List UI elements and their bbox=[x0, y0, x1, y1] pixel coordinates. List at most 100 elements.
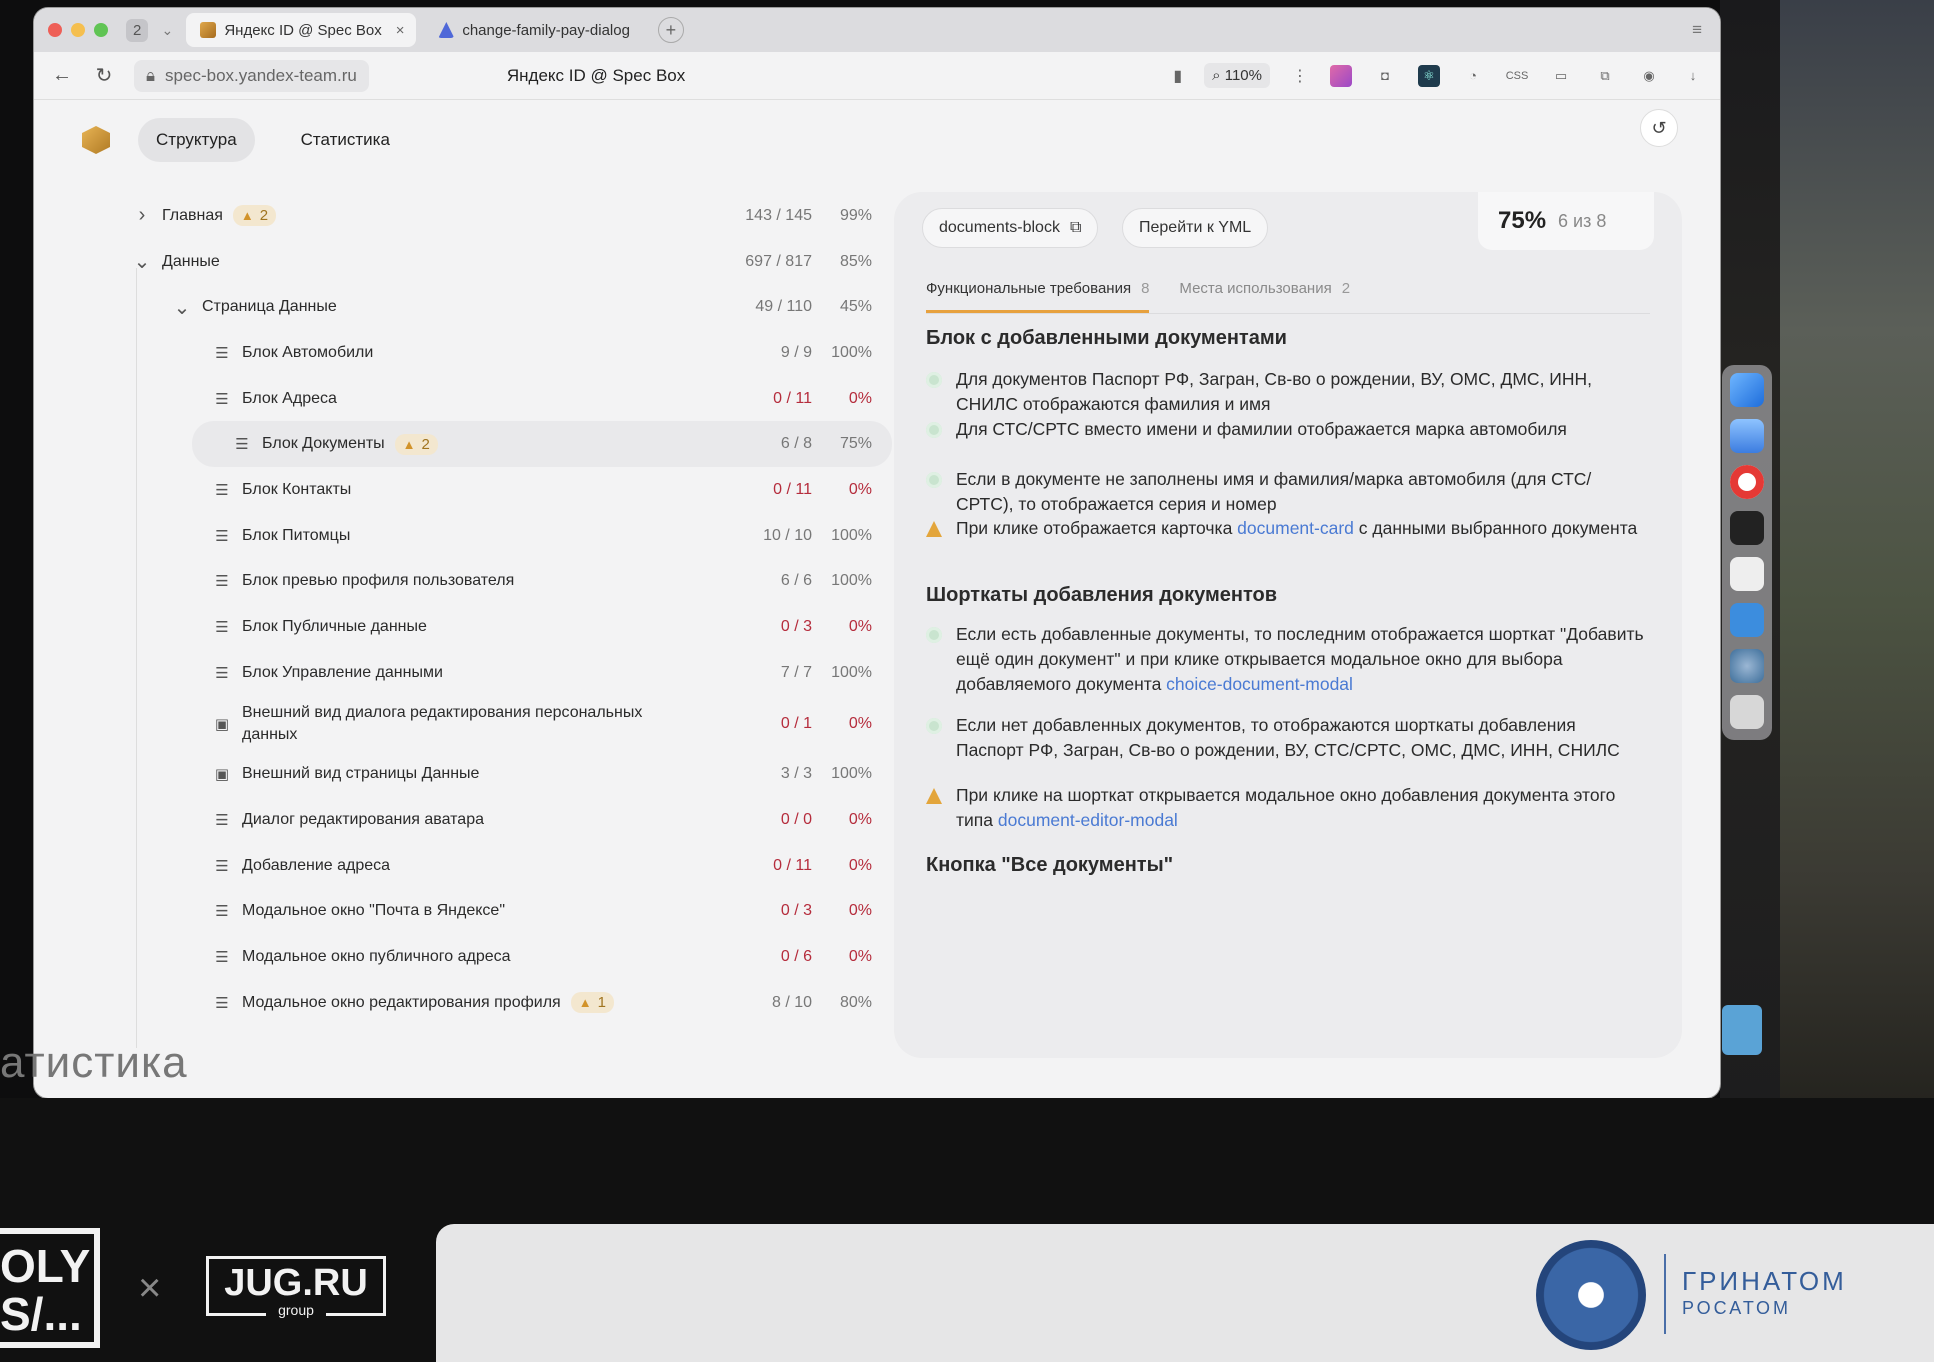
tree-row[interactable]: ☰ Блок превью профиля пользователя 6 / 6 10… bbox=[92, 559, 892, 605]
download-icon[interactable]: ↓ bbox=[1682, 65, 1704, 87]
url-field[interactable]: 🔒︎ spec-box.yandex-team.ru bbox=[134, 59, 369, 92]
block-id-chip[interactable]: documents-block ⧉ bbox=[922, 208, 1099, 248]
requirement-text: Для документов Паспорт РФ, Загран, Св-во… bbox=[956, 367, 1646, 417]
browser-tab[interactable]: change-family-pay-dialog bbox=[424, 13, 644, 47]
tree-row-percent: 0% bbox=[848, 389, 872, 407]
tree-row-label: Модальное окно "Почта в Яндексе" bbox=[242, 902, 505, 920]
tree-row-percent: 85% bbox=[839, 252, 872, 270]
minimize-window-button[interactable] bbox=[71, 23, 85, 37]
requirement-link[interactable]: document-editor-modal bbox=[998, 810, 1178, 830]
block-id: documents-block bbox=[939, 219, 1060, 236]
color-picker-extension-icon[interactable] bbox=[1330, 64, 1352, 87]
list-icon: ☰ bbox=[215, 812, 229, 830]
warning-count: 1 bbox=[597, 994, 606, 1012]
video-caption-overlay: атистика bbox=[0, 1038, 188, 1087]
requirement-text: Если есть добавленные документы, то посл… bbox=[956, 622, 1646, 697]
tab-count-badge[interactable]: 2 bbox=[126, 18, 149, 42]
tree-row[interactable]: ☰ Блок Публичные данные 0 / 3 0% bbox=[92, 604, 892, 650]
zoom-indicator[interactable]: ⌕ 110% bbox=[1204, 63, 1270, 88]
requirement-text-part: Если нет добавленных документов, то отоб… bbox=[956, 715, 1620, 760]
nav-structure[interactable]: Структура bbox=[138, 118, 255, 162]
tree-row[interactable]: ⌄ Данные 697 / 817 85% bbox=[92, 239, 892, 285]
finder-icon[interactable] bbox=[1730, 373, 1764, 407]
tree-row-count: 49 / 110 bbox=[755, 298, 812, 316]
tree-row-count: 6 / 6 bbox=[780, 572, 812, 590]
requirement-item: При клике на шорткат открывается модальн… bbox=[926, 783, 1646, 833]
requirement-link[interactable]: choice-document-modal bbox=[1166, 674, 1353, 694]
tree-row[interactable]: ☰ Добавление адреса 0 / 11 0% bbox=[92, 843, 892, 889]
chevron-right-icon[interactable]: › bbox=[132, 204, 152, 227]
image-icon: ▣ bbox=[214, 715, 230, 733]
copy-icon[interactable]: ⧉ bbox=[1070, 219, 1081, 237]
tree-row[interactable]: ☰ Блок Управление данными 7 / 7 100% bbox=[92, 650, 892, 696]
sponsor-divider bbox=[1664, 1254, 1666, 1334]
tree-row[interactable]: ▣ Внешний вид диалога редактирования перс… bbox=[92, 696, 892, 752]
puzzle-icon[interactable]: ⧉ bbox=[1594, 65, 1616, 87]
tree-row[interactable]: ☰ Блок Контакты 0 / 11 0% bbox=[92, 467, 892, 513]
maximize-window-button[interactable] bbox=[94, 23, 108, 37]
timer-icon[interactable]: ◔ bbox=[1462, 65, 1484, 87]
dock-folder-icon[interactable] bbox=[1722, 1005, 1762, 1055]
tab-menu-icon[interactable]: ≡ bbox=[1692, 20, 1702, 40]
magnifier-icon: ⌕ bbox=[1212, 67, 1225, 84]
yml-button[interactable]: Перейти к YML bbox=[1122, 208, 1269, 248]
app-header: Структура Статистика bbox=[34, 100, 1720, 180]
back-arrow-icon[interactable]: ← bbox=[50, 64, 74, 87]
history-icon[interactable]: ↺ bbox=[1640, 109, 1678, 147]
yandex-browser-icon[interactable] bbox=[1730, 465, 1764, 499]
chevron-down-icon[interactable]: ⌄ bbox=[172, 295, 192, 320]
chevron-down-icon[interactable]: ⌄ bbox=[132, 249, 152, 274]
tree-row[interactable]: ☰ Блок Документы ▲ 2 6 / 8 75% bbox=[192, 421, 892, 468]
terminal-icon[interactable] bbox=[1730, 511, 1764, 545]
tree-row-count: 0 / 3 bbox=[780, 902, 812, 920]
requirement-link[interactable]: document-card bbox=[1237, 518, 1354, 538]
battery-icon[interactable]: ▭ bbox=[1550, 65, 1572, 87]
tab-usage-places[interactable]: Места использования 2 bbox=[1179, 272, 1350, 313]
tree-row[interactable]: ☰ Модальное окно редактирования профиля ▲ 1… bbox=[92, 980, 892, 1026]
keynote-icon[interactable] bbox=[1730, 603, 1764, 637]
css-extension-icon[interactable]: CSS bbox=[1506, 65, 1529, 87]
conference-logo-text: OLY S/... bbox=[0, 1240, 91, 1340]
detail-tabs: Функциональные требования 8 Места исполь… bbox=[926, 272, 1650, 314]
close-tab-icon[interactable]: × bbox=[396, 22, 405, 39]
tree-row-count: 10 / 10 bbox=[763, 526, 812, 544]
tree-row[interactable]: ▣ Внешний вид страницы Данные 3 / 3 100% bbox=[92, 752, 892, 798]
nav-statistics[interactable]: Статистика bbox=[283, 118, 408, 162]
tree-row[interactable]: ☰ Блок Автомобили 9 / 9 100% bbox=[92, 330, 892, 376]
tree-row[interactable]: ⌄ Страница Данные 49 / 110 45% bbox=[92, 284, 892, 330]
spec-box-logo-icon[interactable] bbox=[82, 126, 110, 154]
browser-tab-active[interactable]: Яндекс ID @ Spec Box × bbox=[186, 13, 417, 47]
tree-row[interactable]: ☰ Диалог редактирования аватара 0 / 0 0% bbox=[92, 797, 892, 843]
search-app-icon[interactable] bbox=[1730, 649, 1764, 683]
requirement-item: При клике отображается карточка document… bbox=[926, 516, 1646, 541]
tree-row[interactable]: ☰ Блок Адреса 0 / 11 0% bbox=[92, 376, 892, 422]
requirement-text: При клике отображается карточка document… bbox=[956, 516, 1637, 541]
mail-icon[interactable] bbox=[1730, 419, 1764, 453]
address-bar: ← ↻ 🔒︎ spec-box.yandex-team.ru Яндекс ID… bbox=[34, 52, 1720, 100]
tree-row-count: 6 / 8 bbox=[780, 435, 812, 453]
tab-functional-requirements[interactable]: Функциональные требования 8 bbox=[926, 272, 1150, 313]
close-window-button[interactable] bbox=[48, 23, 62, 37]
notes-icon[interactable] bbox=[1730, 557, 1764, 591]
chevron-down-icon[interactable]: ⌄ bbox=[156, 22, 178, 39]
bookmark-icon[interactable]: ▮ bbox=[1173, 66, 1182, 86]
profile-icon[interactable]: ◉ bbox=[1638, 65, 1660, 87]
tree-row[interactable]: ☰ Модальное окно публичного адреса 0 / 6 0% bbox=[92, 934, 892, 980]
react-devtools-icon[interactable]: ⚛ bbox=[1418, 64, 1440, 87]
tree-row[interactable]: ☰ Блок Питомцы 10 / 10 100% bbox=[92, 513, 892, 559]
tree-row-label: Внешний вид страницы Данные bbox=[242, 765, 480, 783]
score-percent: 75% bbox=[1498, 207, 1547, 234]
tree-row[interactable]: ☰ Модальное окно "Почта в Яндексе" 0 / 3 0% bbox=[92, 889, 892, 935]
camera-icon[interactable]: ◘ bbox=[1374, 65, 1396, 87]
more-icon[interactable]: ⋮ bbox=[1292, 66, 1308, 86]
tree-row-percent: 0% bbox=[848, 948, 872, 966]
list-icon: ☰ bbox=[215, 390, 229, 408]
trash-icon[interactable] bbox=[1730, 695, 1764, 729]
reload-icon[interactable]: ↻ bbox=[92, 63, 116, 88]
tree-row[interactable]: › Главная ▲ 2 143 / 145 99% bbox=[92, 193, 892, 239]
requirement-text-part: При клике отображается карточка bbox=[956, 518, 1238, 538]
new-tab-button[interactable]: + bbox=[657, 17, 684, 43]
requirement-text: При клике на шорткат открывается модальн… bbox=[956, 783, 1646, 833]
tab-title: Яндекс ID @ Spec Box bbox=[224, 21, 382, 39]
desktop-wallpaper bbox=[1780, 0, 1934, 1100]
